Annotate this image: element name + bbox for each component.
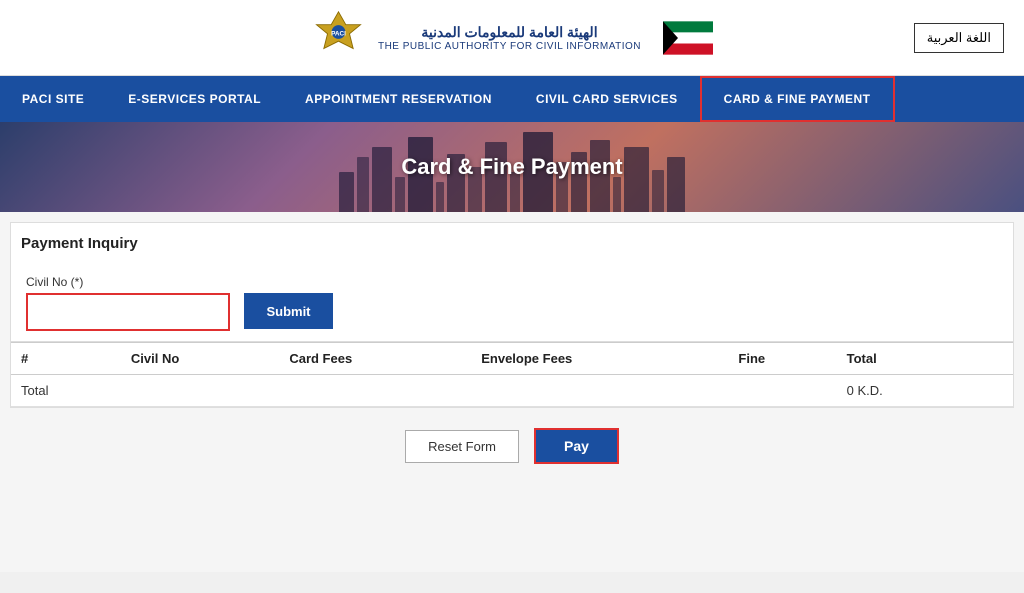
total-fine (728, 375, 836, 407)
nav-civil-card[interactable]: CIVIL CARD SERVICES (514, 78, 700, 120)
nav-e-services[interactable]: E-SERVICES PORTAL (106, 78, 283, 120)
language-button[interactable]: اللغة العربية (914, 23, 1004, 53)
total-value: 0 K.D. (837, 375, 967, 407)
payment-form: Civil No (*) Submit (11, 260, 1013, 342)
total-label: Total (11, 375, 121, 407)
header: PACI الهيئة العامة للمعلومات المدنية THE… (0, 0, 1024, 76)
total-civil-no (121, 375, 279, 407)
submit-group: Submit (244, 275, 332, 329)
table-total-row: Total 0 K.D. (11, 375, 1013, 407)
org-name-arabic: الهيئة العامة للمعلومات المدنية (378, 24, 641, 41)
nav-appointment[interactable]: APPOINTMENT RESERVATION (283, 78, 514, 120)
total-amount: 0 (847, 383, 854, 398)
col-total: Total (837, 343, 967, 375)
payment-card: Payment Inquiry Civil No (*) Submit # Ci… (10, 222, 1014, 408)
hero-title: Card & Fine Payment (401, 154, 622, 180)
org-name-english: THE PUBLIC AUTHORITY FOR CIVIL INFORMATI… (378, 41, 641, 52)
civil-no-group: Civil No (*) (26, 275, 230, 331)
col-action (967, 343, 1013, 375)
main-content: Payment Inquiry Civil No (*) Submit # Ci… (0, 212, 1024, 572)
total-currency: K.D. (857, 383, 882, 398)
total-envelope-fees (471, 375, 728, 407)
pay-button[interactable]: Pay (534, 428, 619, 464)
col-civil-no: Civil No (121, 343, 279, 375)
total-action (967, 375, 1013, 407)
hero-banner: Card & Fine Payment (0, 122, 1024, 212)
table-header-row: # Civil No Card Fees Envelope Fees Fine … (11, 343, 1013, 375)
submit-button[interactable]: Submit (244, 293, 332, 329)
nav-card-fine[interactable]: CARD & FINE PAYMENT (700, 76, 895, 122)
civil-no-input[interactable] (28, 295, 228, 329)
logo-container: PACI الهيئة العامة للمعلومات المدنية THE… (311, 10, 713, 65)
col-fine: Fine (728, 343, 836, 375)
logo-text: الهيئة العامة للمعلومات المدنية THE PUBL… (378, 24, 641, 52)
nav-paci-site[interactable]: PACI SITE (0, 78, 106, 120)
bottom-bar: Reset Form Pay (10, 408, 1014, 484)
civil-no-label: Civil No (*) (26, 275, 230, 289)
payment-table: # Civil No Card Fees Envelope Fees Fine … (11, 342, 1013, 407)
svg-text:PACI: PACI (331, 31, 346, 38)
col-envelope-fees: Envelope Fees (471, 343, 728, 375)
section-title: Payment Inquiry (11, 223, 1013, 260)
main-nav: PACI SITE E-SERVICES PORTAL APPOINTMENT … (0, 76, 1024, 122)
reset-button[interactable]: Reset Form (405, 430, 519, 463)
total-card-fees (279, 375, 471, 407)
paci-emblem-icon: PACI (311, 10, 366, 65)
col-card-fees: Card Fees (279, 343, 471, 375)
kuwait-flag-icon (663, 18, 713, 58)
civil-no-wrapper (26, 293, 230, 331)
col-hash: # (11, 343, 121, 375)
